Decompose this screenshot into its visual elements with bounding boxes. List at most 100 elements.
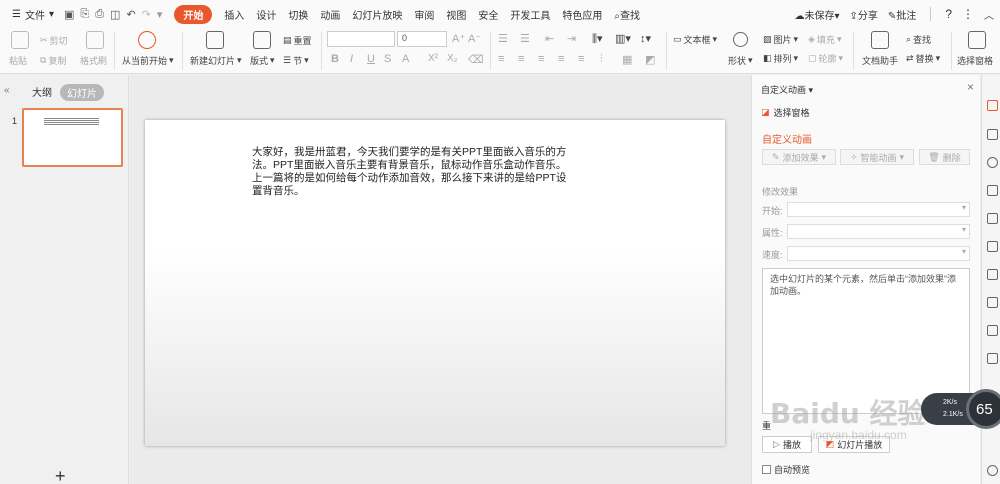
shape-icon[interactable] xyxy=(987,157,998,168)
tab-insert[interactable]: 插入 xyxy=(218,7,250,22)
italic-icon[interactable]: I xyxy=(350,53,353,65)
tab-home[interactable]: 开始 xyxy=(174,4,213,24)
decrease-indent-icon[interactable]: ⇤ xyxy=(545,32,554,45)
align-left-icon[interactable]: ≡ xyxy=(498,53,504,65)
share-icon[interactable] xyxy=(987,325,998,336)
play-from-current-button[interactable]: 从当前开始 ▾ xyxy=(122,54,174,67)
paste-button[interactable]: 粘贴 xyxy=(9,54,27,67)
doc-assistant-button[interactable]: 文档助手 xyxy=(862,54,898,67)
redo-icon[interactable]: ↷ xyxy=(142,8,151,21)
new-slide-icon[interactable] xyxy=(206,31,224,49)
align-center-icon[interactable]: ≡ xyxy=(518,53,524,65)
subscript-icon[interactable]: X₂ xyxy=(447,53,458,64)
play-icon[interactable] xyxy=(138,31,156,49)
smart-art-icon[interactable]: ▦ xyxy=(622,53,632,66)
font-family-select[interactable] xyxy=(327,31,395,47)
tab-slides[interactable]: 幻灯片 xyxy=(60,84,104,101)
tab-view[interactable]: 视图 xyxy=(440,7,472,22)
transition-icon[interactable] xyxy=(987,129,998,140)
increase-indent-icon[interactable]: ⇥ xyxy=(567,32,576,45)
play-button[interactable]: ▷ 播放 xyxy=(762,436,812,453)
undo-icon[interactable]: ↶ xyxy=(126,8,135,21)
select-pane-button[interactable]: 选择窗格 xyxy=(957,54,993,67)
animation-icon[interactable] xyxy=(987,100,998,111)
strikethrough-icon[interactable]: S xyxy=(384,53,391,65)
outline-button[interactable]: ▢ 轮廓 ▾ xyxy=(808,52,843,65)
format-painter-icon[interactable] xyxy=(86,31,104,49)
tab-features[interactable]: 特色应用 xyxy=(556,7,608,22)
save-icon[interactable]: ▣ xyxy=(64,8,74,21)
new-slide-button[interactable]: 新建幻灯片 ▾ xyxy=(190,54,242,67)
collapse-panel-icon[interactable]: « xyxy=(4,85,10,96)
help-icon[interactable] xyxy=(987,465,998,476)
find-button[interactable]: ⌕ 查找 xyxy=(906,33,931,46)
more-icon[interactable]: ⋮ xyxy=(962,7,974,21)
copy-button[interactable]: ⧉ 复制 xyxy=(40,54,66,67)
slide-thumbnail[interactable] xyxy=(22,108,123,167)
search-button[interactable]: ⌕查找 xyxy=(608,7,646,22)
vertical-align-icon[interactable]: ⫶ xyxy=(600,53,603,66)
print-icon[interactable]: ⎙ xyxy=(95,8,104,21)
add-effect-button[interactable]: ✎ 添加效果 ▾ xyxy=(762,149,836,165)
grid-icon[interactable] xyxy=(987,213,998,224)
auto-preview-checkbox[interactable]: 自动预览 xyxy=(762,463,810,476)
document-icon[interactable] xyxy=(987,353,998,364)
export-icon[interactable]: ⎘ xyxy=(80,8,89,21)
annotate-button[interactable]: ✎批注 xyxy=(888,7,916,22)
chart-icon[interactable] xyxy=(987,241,998,252)
format-painter-button[interactable]: 格式刷 xyxy=(80,54,107,67)
tab-review[interactable]: 审阅 xyxy=(408,7,440,22)
tab-developer[interactable]: 开发工具 xyxy=(504,7,556,22)
superscript-icon[interactable]: X² xyxy=(428,53,438,64)
line-spacing-icon[interactable]: ↕▾ xyxy=(640,32,651,45)
align-right-icon[interactable]: ≡ xyxy=(538,53,544,65)
font-grow-icon[interactable]: A⁺ xyxy=(452,32,465,45)
reset-button[interactable]: ▤ 重置 xyxy=(283,34,312,47)
collapse-ribbon-icon[interactable]: ︿ xyxy=(984,7,994,22)
select-pane-link[interactable]: ◪ 选择窗格 xyxy=(761,106,810,119)
text-box-button[interactable]: ▭ 文本框 ▾ xyxy=(673,33,717,46)
share-button[interactable]: ⇪分享 xyxy=(850,7,878,22)
paste-icon[interactable] xyxy=(11,31,29,49)
arrange-button[interactable]: ◧ 排列 ▾ xyxy=(763,52,798,65)
slide-text-box[interactable]: 大家好，我是卅蓝君，今天我们要学的是有关PPT里面嵌入音乐的方 法。PPT里面嵌… xyxy=(252,146,590,198)
picture-button[interactable]: ▨ 图片 ▾ xyxy=(763,33,798,46)
tab-design[interactable]: 设计 xyxy=(250,7,282,22)
memory-usage-gauge[interactable]: 65 xyxy=(966,389,1000,429)
justify-icon[interactable]: ≡ xyxy=(558,53,564,65)
file-menu[interactable]: ☰ 文件 ▾ xyxy=(6,7,60,22)
tab-security[interactable]: 安全 xyxy=(472,7,504,22)
add-slide-button[interactable]: + xyxy=(55,466,66,484)
fill-button[interactable]: ◈ 填充 ▾ xyxy=(808,33,841,46)
pane-title[interactable]: 自定义动画 ▾ xyxy=(761,83,813,96)
start-select[interactable] xyxy=(787,202,970,217)
speed-select[interactable] xyxy=(787,246,970,261)
doc-assistant-icon[interactable] xyxy=(871,31,889,49)
font-size-select[interactable]: 0 xyxy=(397,31,447,47)
cut-button[interactable]: ✂ 剪切 xyxy=(40,34,68,47)
tab-transition[interactable]: 切换 xyxy=(282,7,314,22)
close-icon[interactable]: × xyxy=(967,80,974,94)
select-pane-icon[interactable] xyxy=(968,31,986,49)
text-direction-icon[interactable]: ⫼▾ xyxy=(592,32,603,46)
columns-icon[interactable]: ▥▾ xyxy=(615,32,631,45)
font-color-icon[interactable]: A xyxy=(402,53,409,65)
customize-icon[interactable]: ▾ xyxy=(157,8,163,21)
layout-icon[interactable] xyxy=(253,31,271,49)
save-status[interactable]: ☁未保存▾ xyxy=(795,7,840,22)
smart-animation-button[interactable]: ✧ 智能动画 ▾ xyxy=(840,149,914,165)
tab-slideshow[interactable]: 幻灯片放映 xyxy=(346,7,408,22)
tab-animation[interactable]: 动画 xyxy=(314,7,346,22)
preview-icon[interactable]: ◫ xyxy=(110,8,120,21)
clear-format-icon[interactable]: ⌫ xyxy=(468,53,484,66)
tab-outline[interactable]: 大纲 xyxy=(32,84,52,99)
shape-icon[interactable] xyxy=(733,32,748,47)
distribute-icon[interactable]: ≡ xyxy=(578,53,584,65)
replace-button[interactable]: ⇄ 替换 ▾ xyxy=(906,52,940,65)
shape-button[interactable]: 形状 ▾ xyxy=(728,54,753,67)
font-shrink-icon[interactable]: A⁻ xyxy=(468,32,481,45)
delete-button[interactable]: 🗑 删除 xyxy=(919,149,970,165)
numbered-list-icon[interactable]: ☰ xyxy=(520,32,530,45)
underline-icon[interactable]: U xyxy=(367,53,375,65)
picture-icon[interactable] xyxy=(987,297,998,308)
